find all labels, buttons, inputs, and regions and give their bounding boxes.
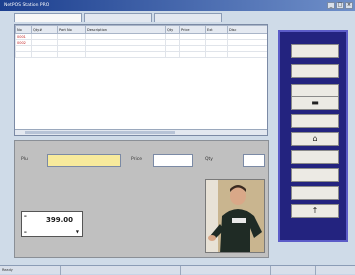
minimize-button[interactable]: _	[327, 2, 335, 9]
cell	[205, 51, 228, 58]
qty-input[interactable]	[243, 154, 265, 167]
action-button-1[interactable]	[291, 44, 339, 58]
total-caption: ▬	[24, 214, 27, 218]
action-button-6[interactable]	[291, 168, 339, 182]
col-header-qty[interactable]: Qty	[165, 25, 180, 34]
col-header-ext[interactable]: Ext	[205, 25, 228, 34]
horizontal-scrollbar[interactable]	[15, 129, 267, 135]
customer-photo	[205, 179, 265, 253]
arrow-icon[interactable]: ↑	[291, 204, 339, 218]
person-photo-icon	[206, 180, 264, 252]
lock-icon[interactable]: ⌂	[291, 132, 339, 146]
col-header-disc[interactable]: Disc	[227, 25, 267, 34]
action-button-4[interactable]	[291, 114, 339, 128]
total-display: ▬ 399.00 ▬ ▼	[21, 211, 83, 237]
entry-panel: Plu Price Qty ▬ 399.00 ▬ ▼	[14, 140, 269, 258]
col-header-qty-no[interactable]: Qty#	[31, 25, 58, 34]
window-title: NetPOS Station PRO	[4, 3, 50, 8]
printer-icon[interactable]: ▬	[291, 96, 339, 110]
grid-header-row: No Qty# Part No Description Qty Price Ex…	[15, 25, 267, 34]
table-row[interactable]	[15, 51, 267, 58]
qty-label: Qty	[205, 157, 213, 162]
close-button[interactable]: ×	[345, 2, 353, 9]
app-window: NetPOS Station PRO _ □ × No Qty# Part No	[0, 0, 355, 275]
total-subcaption: ▬	[24, 230, 27, 234]
cell	[57, 51, 86, 58]
col-header-price[interactable]: Price	[179, 25, 206, 34]
chevron-down-icon[interactable]: ▼	[76, 229, 79, 234]
action-button-2[interactable]	[291, 64, 339, 78]
total-amount: 399.00	[46, 216, 74, 224]
action-button-7[interactable]	[291, 186, 339, 200]
maximize-button[interactable]: □	[336, 2, 344, 9]
col-header-description[interactable]: Description	[85, 25, 166, 34]
action-button-panel: ▬ ⌂ ↑	[278, 30, 348, 242]
cell	[165, 51, 180, 58]
plu-input[interactable]	[47, 154, 121, 167]
price-label: Price	[131, 157, 142, 162]
cell	[31, 51, 58, 58]
col-header-part-no[interactable]: Part No	[57, 25, 86, 34]
tab-1[interactable]	[14, 13, 82, 22]
price-input[interactable]	[153, 154, 193, 167]
tab-3[interactable]	[154, 13, 222, 22]
tab-2[interactable]	[84, 13, 152, 22]
plu-label: Plu	[21, 157, 28, 162]
status-bar: Ready	[0, 265, 355, 275]
col-header-no[interactable]: No	[15, 25, 32, 34]
action-button-5[interactable]	[291, 150, 339, 164]
items-grid[interactable]: No Qty# Part No Description Qty Price Ex…	[14, 24, 268, 136]
cell	[85, 51, 166, 58]
cell	[179, 51, 206, 58]
cell	[15, 51, 32, 58]
title-bar: NetPOS Station PRO _ □ ×	[0, 0, 355, 11]
scrollbar-thumb[interactable]	[25, 131, 175, 134]
cell	[227, 51, 267, 58]
tab-strip	[14, 13, 222, 22]
